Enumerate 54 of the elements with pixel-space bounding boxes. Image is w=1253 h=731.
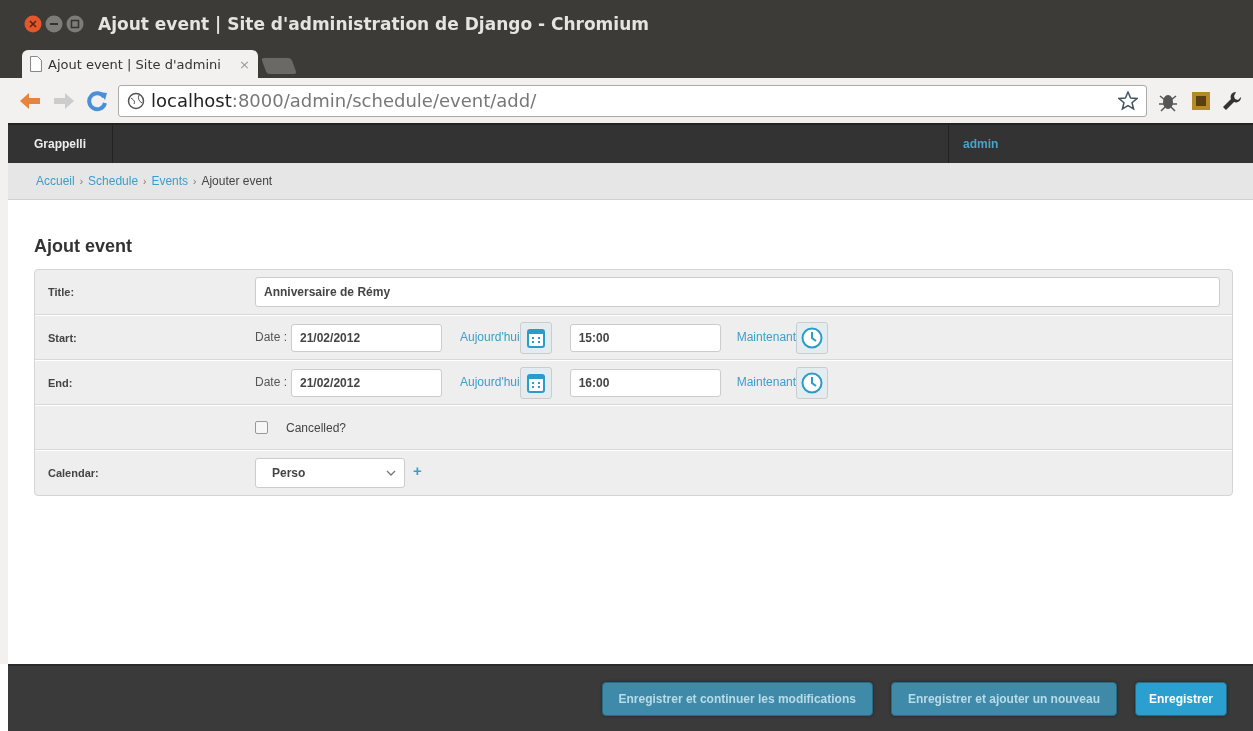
field-label: Title: bbox=[48, 286, 75, 298]
clock-icon bbox=[801, 326, 824, 349]
breadcrumb-link[interactable]: Accueil bbox=[36, 174, 75, 188]
breadcrumb-link[interactable]: Schedule bbox=[88, 174, 139, 188]
page-icon bbox=[30, 56, 42, 72]
date-field[interactable]: 21/02/2012 bbox=[291, 368, 442, 397]
time-field[interactable]: 15:00 bbox=[569, 323, 721, 352]
now-link[interactable]: Maintenant bbox=[736, 329, 797, 344]
time-field[interactable]: 16:00 bbox=[569, 368, 721, 397]
now-link[interactable]: Maintenant bbox=[736, 374, 797, 389]
breadcrumb-separator: › bbox=[79, 175, 84, 187]
clock-icon bbox=[801, 371, 824, 394]
breadcrumb-separator: › bbox=[143, 175, 147, 187]
star-icon[interactable] bbox=[1118, 90, 1138, 111]
title-field[interactable]: Anniversaire de Rémy bbox=[255, 277, 1220, 307]
breadcrumb-current: Ajouter event bbox=[201, 174, 273, 188]
save-button[interactable]: Enregistrer et ajouter un nouveau bbox=[890, 681, 1117, 716]
save-button[interactable]: Enregistrer bbox=[1134, 681, 1227, 716]
field-label: Start: bbox=[48, 331, 77, 344]
checkbox-label: Cancelled? bbox=[286, 420, 347, 435]
date-field[interactable]: 21/02/2012 bbox=[291, 323, 442, 352]
calendar-select[interactable]: Perso bbox=[255, 458, 405, 488]
close-tab-icon[interactable]: × bbox=[239, 56, 250, 72]
extension-icon[interactable] bbox=[1191, 90, 1211, 111]
clock-button[interactable] bbox=[796, 366, 829, 399]
checkbox[interactable] bbox=[255, 421, 268, 434]
window-title: Ajout event | Site d'administration de Django - Chromium bbox=[98, 14, 649, 34]
field-label: End: bbox=[48, 376, 73, 389]
back-icon[interactable] bbox=[18, 90, 42, 111]
date-label: Date : bbox=[255, 329, 287, 344]
browser-tab[interactable]: Ajout event | Site d'admini × bbox=[22, 50, 258, 78]
calendar-button[interactable] bbox=[519, 321, 552, 354]
wrench-icon[interactable] bbox=[1221, 89, 1243, 112]
globe-icon bbox=[127, 91, 145, 110]
new-tab-button[interactable] bbox=[261, 58, 297, 74]
minimize-icon[interactable] bbox=[45, 15, 63, 33]
address-bar[interactable]: localhost:8000/admin/schedule/event/add/ bbox=[118, 84, 1147, 117]
calendar-button[interactable] bbox=[519, 366, 552, 399]
page-title: Ajout event bbox=[34, 236, 133, 257]
breadcrumb-link[interactable]: Events bbox=[151, 174, 189, 188]
reload-icon[interactable] bbox=[86, 89, 108, 112]
field-label: Calendar: bbox=[48, 467, 99, 479]
save-button[interactable]: Enregistrer et continuer les modifications bbox=[601, 681, 873, 716]
chevron-down-icon bbox=[386, 470, 396, 476]
add-link[interactable]: + bbox=[413, 462, 422, 479]
calendar-icon bbox=[526, 372, 545, 393]
today-link[interactable]: Aujourd'hui bbox=[460, 329, 520, 344]
clock-button[interactable] bbox=[796, 321, 829, 354]
today-link[interactable]: Aujourd'hui bbox=[460, 374, 520, 389]
maximize-icon[interactable] bbox=[66, 15, 84, 33]
date-label: Date : bbox=[255, 374, 287, 389]
close-icon[interactable] bbox=[24, 15, 42, 33]
breadcrumb-separator: › bbox=[193, 175, 197, 187]
calendar-icon bbox=[526, 327, 545, 348]
